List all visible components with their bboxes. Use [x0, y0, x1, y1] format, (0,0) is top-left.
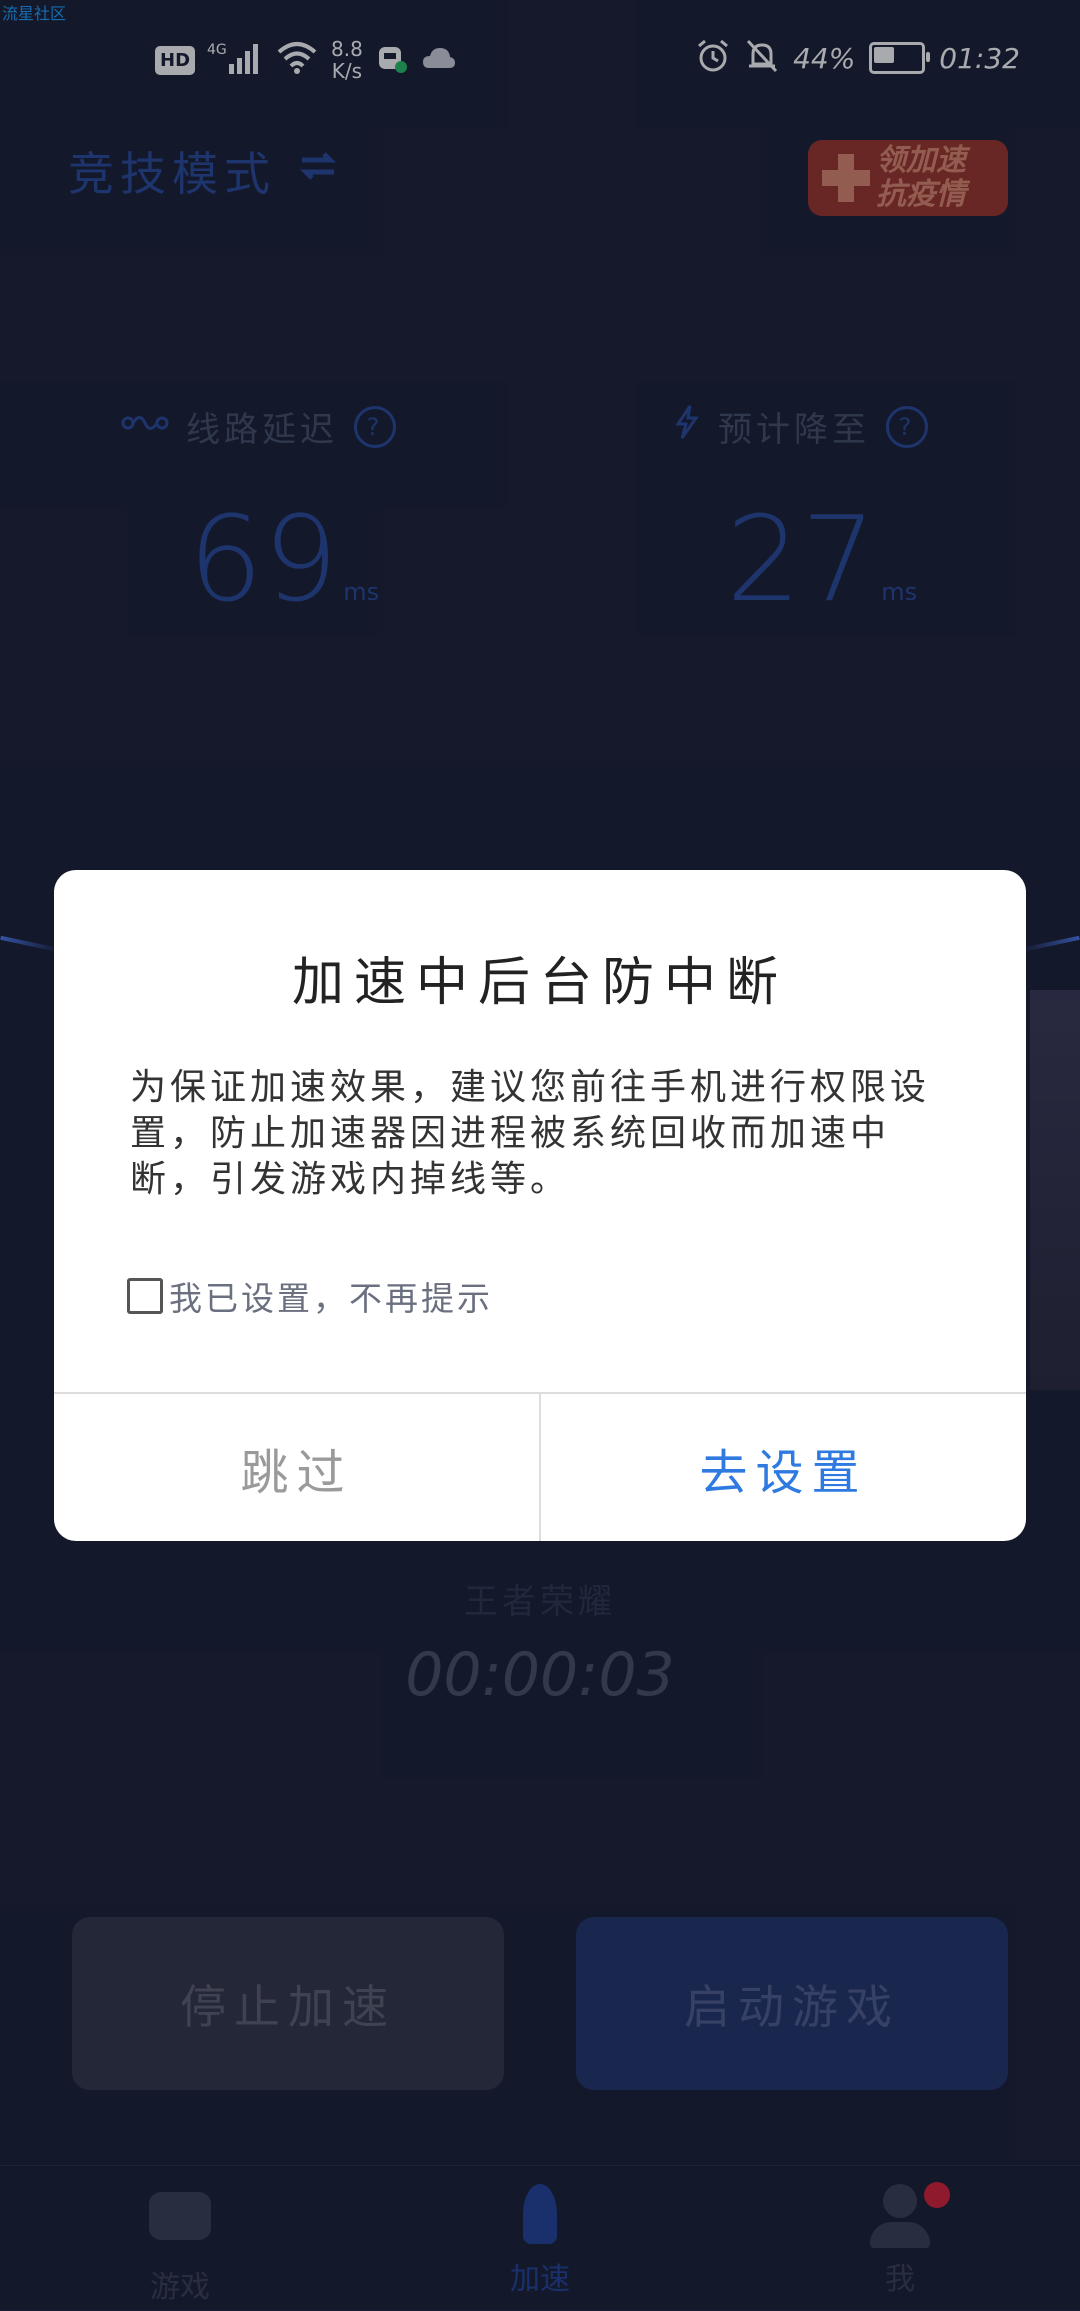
background-protection-dialog: 加速中后台防中断 为保证加速效果，建议您前往手机进行权限设置，防止加速器因进程被…: [54, 870, 1026, 1541]
dont-remind-checkbox-row[interactable]: 我已设置，不再提示: [127, 1272, 493, 1320]
dont-remind-label: 我已设置，不再提示: [169, 1279, 493, 1318]
dont-remind-checkbox[interactable]: [127, 1278, 163, 1314]
go-settings-button[interactable]: 去设置: [541, 1394, 1026, 1541]
dialog-title: 加速中后台防中断: [291, 953, 788, 1013]
dialog-message: 为保证加速效果，建议您前往手机进行权限设置，防止加速器因进程被系统回收而加速中断…: [130, 1067, 931, 1200]
skip-button[interactable]: 跳过: [54, 1394, 539, 1541]
